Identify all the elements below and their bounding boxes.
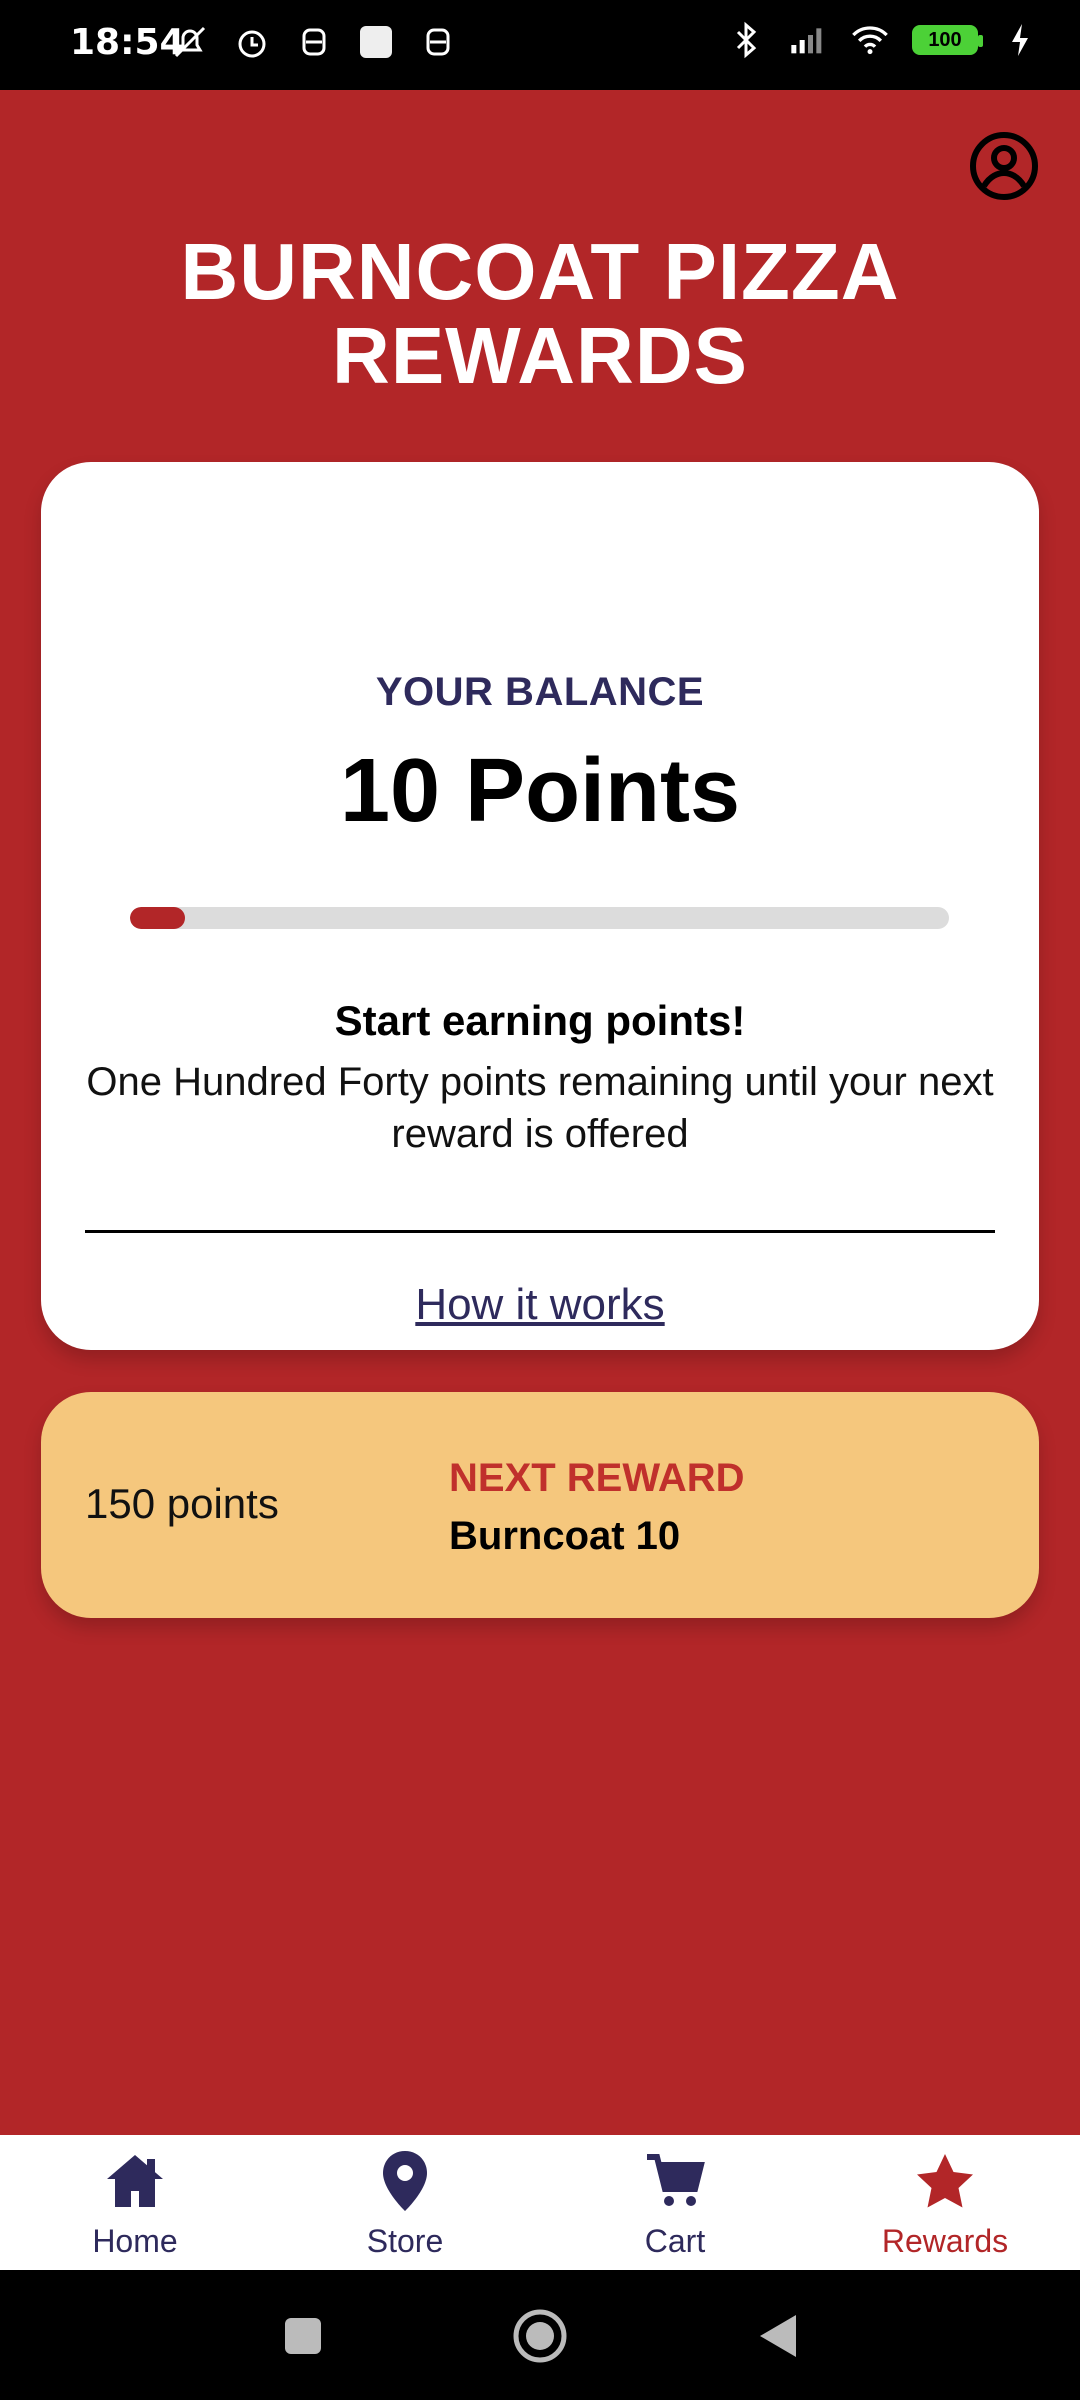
card-divider [85, 1230, 995, 1233]
balance-card: YOUR BALANCE 10 Points Start earning poi… [41, 462, 1039, 1350]
status-right-icons: 100 [726, 20, 1040, 60]
earn-description: One Hundred Forty points remaining until… [86, 1060, 994, 1156]
earn-title: Start earning points! [334, 997, 746, 1044]
wifi-icon [850, 20, 890, 60]
alarm-icon [232, 22, 272, 62]
app-icon [294, 22, 334, 62]
status-bar: 18:54 100 [0, 0, 1080, 90]
charging-icon [1000, 20, 1040, 60]
star-icon [913, 2149, 977, 2213]
points-progress-bar [130, 907, 949, 929]
back-button[interactable] [750, 2308, 806, 2364]
nav-store-label: Store [366, 2223, 444, 2259]
status-time: 18:54 [70, 22, 185, 63]
square-icon [356, 22, 396, 62]
nav-store[interactable]: Store [270, 2135, 540, 2270]
next-reward-card[interactable]: 150 points NEXT REWARD Burncoat 10 [41, 1392, 1039, 1618]
next-reward-label: NEXT REWARD [449, 1456, 745, 1500]
signal-icon [788, 20, 828, 60]
bluetooth-icon [726, 20, 766, 60]
page-title: BURNCOAT PIZZA REWARDS [0, 230, 1080, 398]
nav-rewards[interactable]: Rewards [810, 2135, 1080, 2270]
home-icon [103, 2149, 167, 2213]
rewards-screen: BURNCOAT PIZZA REWARDS YOUR BALANCE 10 P… [0, 90, 1080, 2135]
battery-icon: 100 [912, 25, 983, 55]
status-left-icons [170, 22, 458, 62]
user-circle-icon [970, 132, 1038, 200]
location-pin-icon [373, 2149, 437, 2213]
balance-label: YOUR BALANCE [375, 670, 705, 714]
how-it-works-link[interactable]: How it works [41, 1280, 1039, 1330]
circle-nav-icon [513, 2309, 567, 2363]
triangle-back-icon [760, 2315, 796, 2357]
next-reward-name: Burncoat 10 [449, 1514, 681, 1558]
balance-points: 10 Points [339, 741, 741, 841]
mute-icon [170, 22, 210, 62]
square-nav-icon [285, 2318, 321, 2354]
profile-button[interactable] [968, 130, 1040, 202]
battery-level: 100 [928, 28, 962, 51]
recent-apps-button[interactable] [275, 2308, 331, 2364]
cart-icon [643, 2149, 707, 2213]
nav-rewards-label: Rewards [881, 2223, 1009, 2259]
system-nav-bar [0, 2270, 1080, 2400]
next-reward-points: 150 points [85, 1480, 279, 1527]
app-icon-2 [418, 22, 458, 62]
nav-home[interactable]: Home [0, 2135, 270, 2270]
points-progress-fill [130, 907, 185, 929]
page-title-line2: REWARDS [332, 311, 748, 400]
home-system-button[interactable] [512, 2308, 568, 2364]
page-title-line1: BURNCOAT PIZZA [180, 227, 900, 316]
nav-home-label: Home [92, 2223, 178, 2259]
nav-cart-label: Cart [644, 2223, 706, 2259]
nav-cart[interactable]: Cart [540, 2135, 810, 2270]
bottom-nav: Home Store Cart Rewards [0, 2135, 1080, 2270]
